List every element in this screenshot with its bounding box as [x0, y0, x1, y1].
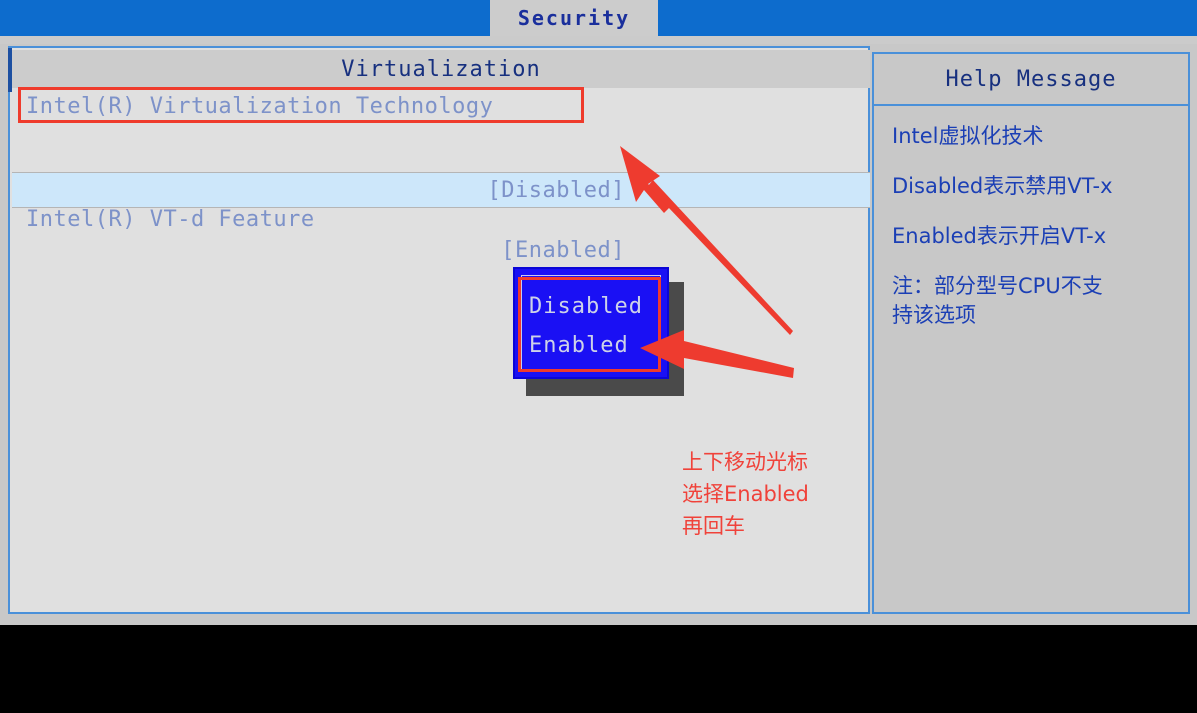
- tab-security[interactable]: Security: [490, 0, 658, 36]
- annotation-note-line-2: 选择Enabled: [682, 482, 809, 506]
- group-title-label: Virtualization: [341, 56, 541, 82]
- group-header-virtualization: Virtualization: [12, 50, 870, 88]
- tab-bar: Security: [0, 0, 1197, 36]
- tab-strip-underline: [0, 36, 1197, 44]
- annotation-note-line-1: 上下移动光标: [682, 450, 808, 474]
- setting-label-vtd: Intel(R) VT-d Feature: [26, 206, 315, 232]
- annotation-note-line-3: 再回车: [682, 514, 745, 538]
- help-panel-body: Intel虚拟化技术 Disabled表示禁用VT-x Enabled表示开启V…: [874, 108, 1188, 351]
- help-panel: Help Message Intel虚拟化技术 Disabled表示禁用VT-x…: [872, 52, 1190, 614]
- help-line-2: Disabled表示禁用VT-x: [892, 174, 1113, 198]
- tab-security-label: Security: [517, 6, 631, 30]
- help-line-3: Enabled表示开启VT-x: [892, 224, 1107, 248]
- footer-key-legend: F1 帮助信息 ↑ ↓ 选择内容项目 -/+ 更改值 F9 载入默认值 ESC …: [0, 625, 1197, 713]
- vertical-scrollbar-thumb[interactable]: [8, 48, 12, 92]
- annotation-box-vt-item: [18, 87, 584, 123]
- help-panel-title-label: Help Message: [945, 66, 1117, 92]
- help-panel-title: Help Message: [874, 54, 1188, 106]
- setting-row-vtd-value[interactable]: [Enabled]: [12, 234, 870, 266]
- setting-row-vtd-name[interactable]: Intel(R) VT-d Feature: [12, 203, 870, 235]
- bios-screen: Security Virtualization Intel(R) Virtual…: [0, 0, 1197, 713]
- setting-value-vt: [Disabled]: [487, 177, 625, 203]
- setting-value-vtd: [Enabled]: [501, 237, 625, 263]
- help-line-1: Intel虚拟化技术: [892, 124, 1044, 148]
- help-line-4: 注：部分型号CPU不支 持该选项: [892, 274, 1103, 327]
- annotation-note: 上下移动光标 选择Enabled 再回车: [682, 446, 882, 542]
- annotation-box-dropdown: [518, 277, 661, 372]
